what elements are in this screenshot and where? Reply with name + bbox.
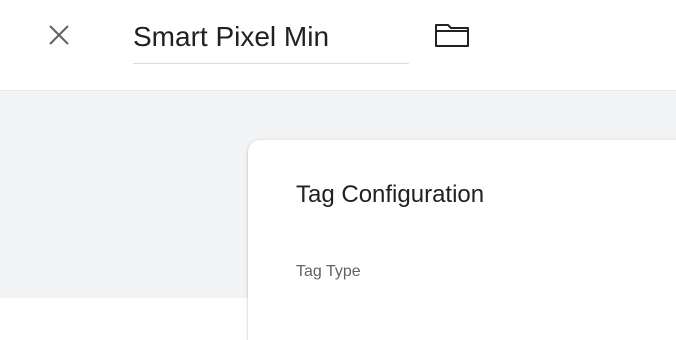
folder-icon [435,24,469,47]
tag-type-label: Tag Type [296,263,361,280]
close-button[interactable] [44,20,74,50]
tag-editor-header: Smart Pixel Min [0,0,676,90]
tag-editor-body: Tag Configuration Tag Type [0,90,676,340]
close-icon [49,25,69,45]
tag-name-input[interactable]: Smart Pixel Min [133,12,409,64]
tag-configuration-title: Tag Configuration [296,181,485,208]
folder-button[interactable] [432,21,472,49]
tag-configuration-card[interactable]: Tag Configuration Tag Type [248,140,676,340]
